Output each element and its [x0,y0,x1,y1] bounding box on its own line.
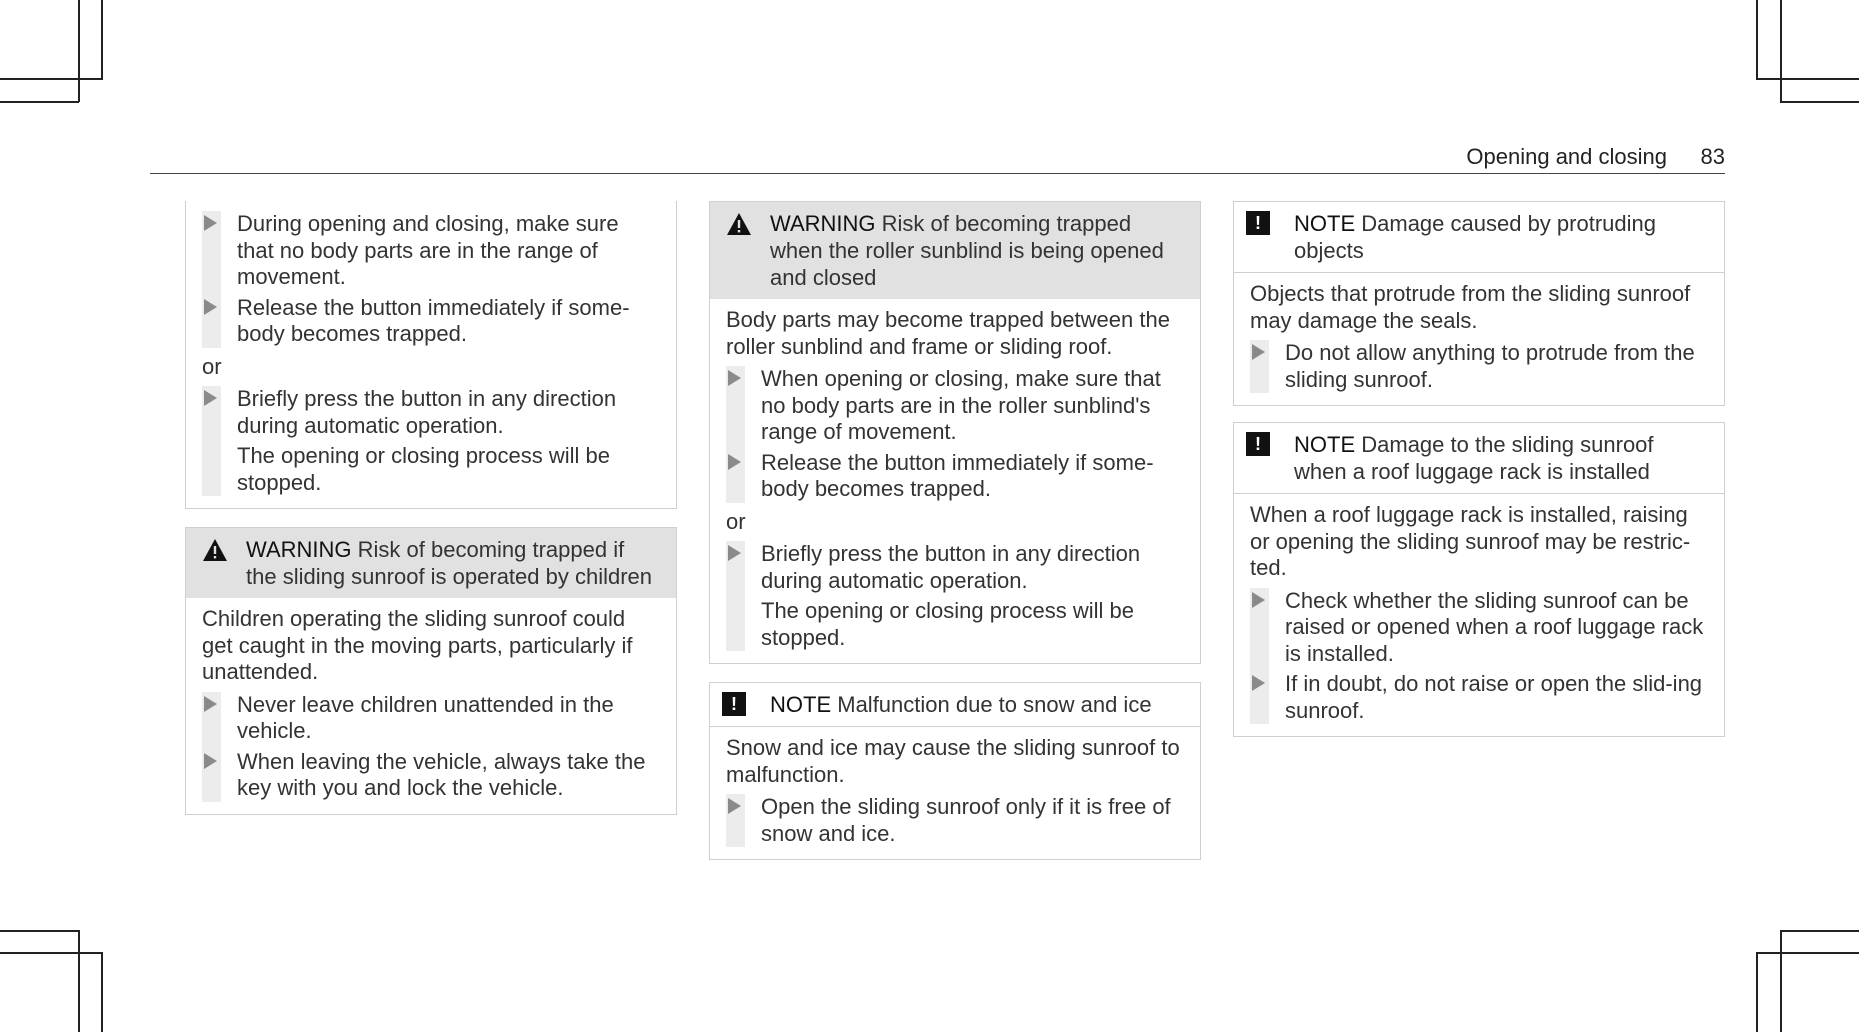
crop-mark [78,930,80,1032]
step-item: Do not allow anything to protrude from t… [1250,340,1708,393]
crop-mark [1780,101,1859,103]
note-title: Malfunction due to snow and ice [837,692,1152,717]
note-keyword: NOTE [1294,211,1356,236]
step-item: Release the button immediately if some-b… [202,295,660,348]
step-list: Do not allow anything to protrude from t… [1250,340,1708,393]
warning-header: WARNING Risk of becoming trapped if the … [186,528,676,598]
warning-body: Body parts may become trapped between th… [726,307,1170,359]
note-body: Snow and ice may cause the sliding sunro… [726,735,1180,787]
step-item: Briefly press the button in any directio… [202,386,660,439]
warning-keyword: WARNING [246,537,352,562]
section-title: Opening and closing [1466,144,1667,169]
crop-mark [101,0,103,79]
exclamation-note-icon: ! [1246,211,1270,235]
warning-box: WARNING Risk of becoming trapped if the … [185,527,677,815]
continued-instructions-box: During opening and closing, make sure th… [185,201,677,509]
step-arrow-icon [728,798,741,814]
crop-mark [101,952,103,1032]
step-arrow-icon [728,545,741,561]
crop-mark [78,0,80,102]
crop-mark [1780,0,1782,102]
running-header: Opening and closing 83 [150,140,1725,174]
note-header: ! NOTE Damage to the sliding sunroof whe… [1234,423,1724,494]
column-3: ! NOTE Damage caused by protruding objec… [1233,201,1725,753]
step-arrow-icon [204,298,217,315]
exclamation-note-icon: ! [722,692,746,716]
step-list: Briefly press the button in any directio… [726,541,1184,651]
note-body: When a roof luggage rack is installed, r… [1250,502,1691,580]
step-arrow-icon [1252,591,1265,608]
step-result: The opening or closing process will be s… [237,443,610,495]
warning-triangle-icon [727,213,751,235]
crop-mark [1756,78,1859,80]
note-header: ! NOTE Malfunction due to snow and ice [710,683,1200,727]
crop-mark [0,930,79,932]
note-box: ! NOTE Damage to the sliding sunroof whe… [1233,422,1725,737]
step-item: Release the button immediately if some-b… [726,450,1184,503]
column-1: During opening and closing, make sure th… [185,201,677,831]
step-item: When opening or closing, make sure that … [726,366,1184,446]
step-list: Check whether the sliding sunroof can be… [1250,587,1708,725]
warning-body: Children operating the sliding sunroof c… [202,606,633,684]
warning-header: WARNING Risk of becoming trapped when th… [710,202,1200,299]
step-arrow-icon [204,215,217,231]
step-arrow-icon [204,752,217,769]
or-label: or [202,353,222,379]
step-item: If in doubt, do not raise or open the sl… [1250,671,1708,724]
warning-keyword: WARNING [770,211,876,236]
step-arrow-icon [728,370,741,386]
note-body: Objects that protrude from the sliding s… [1250,281,1691,333]
step-item: Open the sliding sunroof only if it is f… [726,794,1184,847]
step-item: When leaving the vehicle, always take th… [202,749,660,802]
step-item: Briefly press the button in any directio… [726,541,1184,594]
note-box: ! NOTE Malfunction due to snow and ice S… [709,682,1201,860]
note-keyword: NOTE [770,692,832,717]
step-arrow-icon [1252,675,1265,691]
step-list: Never leave children unattended in the v… [202,691,660,802]
warning-box: WARNING Risk of becoming trapped when th… [709,201,1201,664]
step-item: Never leave children unattended in the v… [202,692,660,745]
crop-mark [1756,0,1758,79]
column-2: WARNING Risk of becoming trapped when th… [709,201,1201,876]
step-list: During opening and closing, make sure th… [202,211,660,348]
step-arrow-icon [204,695,217,712]
crop-mark [0,78,103,80]
crop-mark [1780,930,1859,932]
step-arrow-icon [1252,344,1265,360]
step-list: When opening or closing, make sure that … [726,366,1184,503]
note-header: ! NOTE Damage caused by protruding objec… [1234,202,1724,273]
step-list: Briefly press the button in any directio… [202,386,660,496]
note-keyword: NOTE [1294,432,1356,457]
crop-mark [0,101,79,103]
step-item: During opening and closing, make sure th… [202,211,660,291]
step-item: Check whether the sliding sunroof can be… [1250,588,1708,668]
crop-mark [0,952,103,954]
page-number: 83 [1700,144,1725,169]
crop-mark [1756,952,1758,1032]
step-result: The opening or closing process will be s… [761,598,1134,650]
exclamation-note-icon: ! [1246,432,1270,456]
step-arrow-icon [728,453,741,470]
crop-mark [1780,930,1782,1032]
warning-triangle-icon [203,539,227,561]
note-box: ! NOTE Damage caused by protruding objec… [1233,201,1725,406]
step-list: Open the sliding sunroof only if it is f… [726,794,1184,847]
or-label: or [726,508,746,534]
step-arrow-icon [204,390,217,406]
crop-mark [1756,952,1859,954]
